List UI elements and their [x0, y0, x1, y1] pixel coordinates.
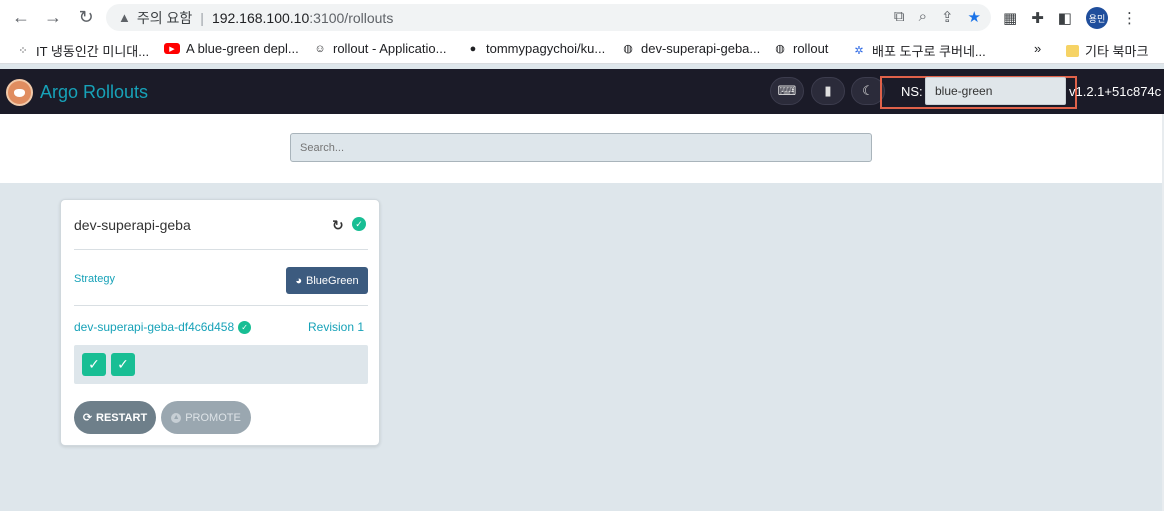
docs-button[interactable]: ▮ [811, 77, 845, 105]
omnibox-separator: | [200, 9, 204, 26]
profile-avatar[interactable]: 용민 [1085, 7, 1108, 29]
folder-icon [1066, 44, 1079, 57]
reload-icon[interactable]: ↻ [74, 5, 98, 29]
bookmark-item[interactable]: ⁘ IT 냉동인간 미니대... [16, 41, 149, 60]
bookmark-label: rollout [793, 41, 829, 56]
browser-toolbar: ← → ↻ ▲ 주의 요함 | 192.168.100.10:3100/roll… [0, 0, 1164, 34]
moon-icon: ☾ [862, 83, 874, 98]
github-icon: ● [469, 42, 477, 55]
bookmark-star-icon[interactable]: ★ [968, 8, 981, 26]
book-icon: ▮ [824, 83, 832, 98]
namespace-label: NS: [901, 84, 923, 99]
bookmark-item[interactable]: ◍ rollout [773, 41, 828, 56]
extensions-icon[interactable]: ✚ [1031, 9, 1044, 27]
pod-status-icon[interactable]: ✓ [82, 353, 106, 376]
bookmark-label: dev-superapi-geba... [641, 41, 761, 56]
strategy-label: Strategy [74, 273, 115, 285]
globe-icon: ◍ [775, 43, 785, 55]
url-host[interactable]: 192.168.100.10 [212, 10, 309, 26]
menu-icon[interactable]: ⋮ [1122, 9, 1137, 27]
url-path[interactable]: :3100/rollouts [309, 10, 393, 26]
bookmark-label: tommypagychoi/ku... [486, 41, 606, 56]
bookmark-label: A blue-green depl... [186, 41, 299, 56]
promote-icon: ▲ [171, 412, 182, 423]
argo-icon: ☺ [314, 42, 326, 55]
bookmark-label: 배포 도구로 쿠버네... [872, 44, 986, 59]
restart-button[interactable]: ⟳ RESTART [74, 401, 156, 434]
namespace-input[interactable]: blue-green [925, 77, 1066, 105]
security-label[interactable]: 주의 요함 [137, 8, 192, 28]
bookmark-item[interactable]: ✲ 배포 도구로 쿠버네... [852, 41, 986, 60]
bookmark-label: rollout - Applicatio... [333, 41, 447, 56]
rollout-card[interactable]: dev-superapi-geba ↻ ✓ Strategy ◕ BlueGre… [60, 199, 380, 446]
pod-status-icon[interactable]: ✓ [111, 353, 135, 376]
sidepanel-icon[interactable]: ◧ [1058, 9, 1072, 27]
palette-icon: ◕ [295, 274, 303, 287]
strategy-value: BlueGreen [306, 274, 359, 287]
translate-icon[interactable]: ⧉ [894, 8, 905, 26]
bookmark-item[interactable]: ☺ rollout - Applicatio... [313, 41, 446, 56]
promote-label: PROMOTE [185, 411, 241, 424]
bookmarks-overflow-icon[interactable]: » [1034, 41, 1041, 56]
bookmark-item[interactable]: ◍ dev-superapi-geba... [621, 41, 760, 56]
replicaset-label: dev-superapi-geba-df4c6d458 [74, 320, 235, 334]
zoom-icon[interactable]: ⌕ [919, 8, 927, 26]
revision-label: Revision 1 [308, 320, 365, 334]
bookmark-item[interactable]: ▶ A blue-green depl... [164, 41, 299, 56]
divider [74, 249, 368, 250]
restart-icon: ⟳ [82, 412, 93, 424]
rollout-name[interactable]: dev-superapi-geba [74, 217, 191, 233]
strategy-badge: ◕ BlueGreen [286, 267, 368, 294]
forward-icon[interactable]: → [41, 5, 65, 29]
version-text: v1.2.1+51c874c [1069, 84, 1162, 99]
bookmark-folder[interactable]: 기타 북마크 [1066, 41, 1148, 60]
pods-bar: ✓ ✓ [74, 345, 368, 384]
keyboard-icon: ⌨ [777, 83, 797, 98]
argo-logo-icon[interactable] [6, 79, 33, 106]
divider [74, 305, 368, 306]
keyboard-shortcuts-button[interactable]: ⌨ [770, 77, 804, 105]
bookmarks-bar: ⁘ IT 냉동인간 미니대... ▶ A blue-green depl... ☺ r… [0, 34, 1164, 64]
kubernetes-icon: ✲ [854, 45, 864, 57]
share-icon[interactable]: ⇪ [941, 8, 954, 26]
replicaset-healthy-icon: ✓ [238, 320, 252, 334]
globe-icon: ◍ [623, 43, 633, 55]
warning-icon[interactable]: ▲ [118, 10, 131, 25]
search-input[interactable] [290, 133, 872, 162]
refresh-icon[interactable]: ↻ [332, 217, 344, 234]
bookmark-label: IT 냉동인간 미니대... [36, 44, 150, 59]
app-title[interactable]: Argo Rollouts [40, 82, 148, 103]
promote-button[interactable]: ▲ PROMOTE [161, 401, 251, 434]
address-bar[interactable]: ▲ 주의 요함 | 192.168.100.10:3100/rollouts ⧉… [106, 4, 991, 31]
youtube-icon: ▶ [164, 43, 180, 54]
qr-icon[interactable]: ▦ [1003, 9, 1017, 27]
bookmark-item[interactable]: ● tommypagychoi/ku... [466, 41, 606, 56]
restart-label: RESTART [96, 411, 148, 424]
back-icon[interactable]: ← [9, 5, 33, 29]
healthy-check-icon: ✓ [352, 217, 366, 231]
apps-icon: ⁘ [18, 45, 28, 57]
bookmark-label: 기타 북마크 [1085, 44, 1149, 59]
replicaset-name: dev-superapi-geba-df4c6d458 ✓ [74, 320, 252, 334]
